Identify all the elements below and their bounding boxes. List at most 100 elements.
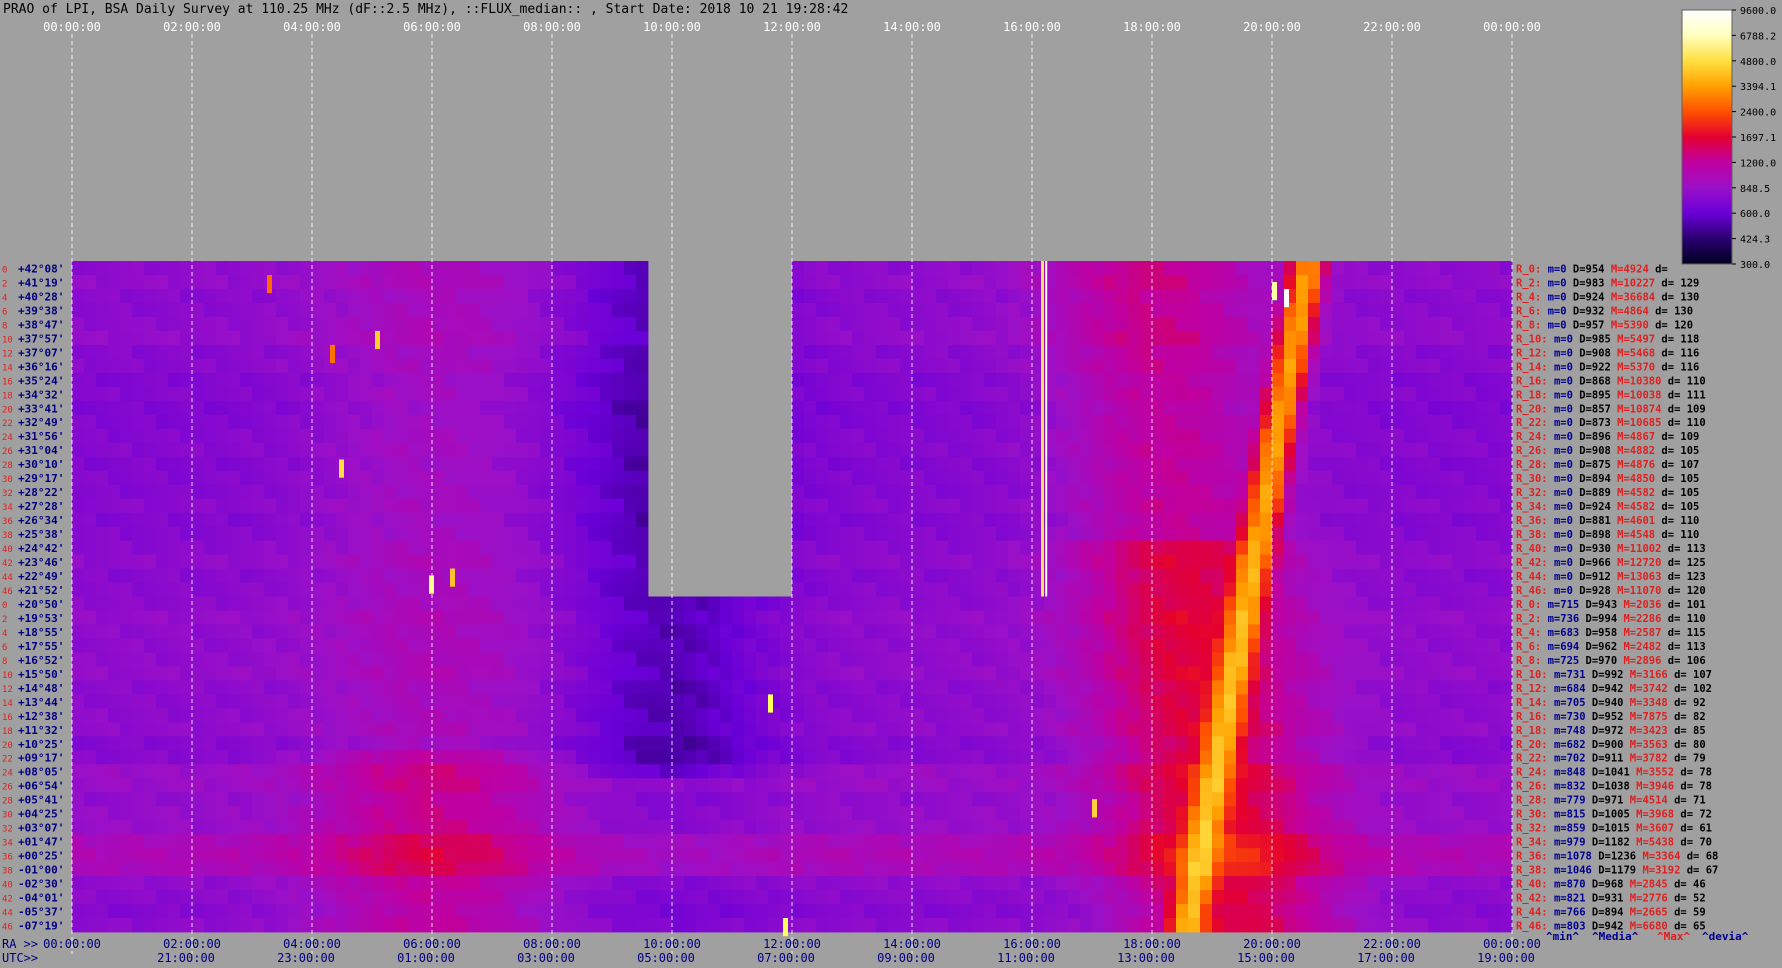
heat-cell bbox=[1152, 288, 1165, 304]
heat-cell bbox=[588, 722, 601, 737]
heat-cell bbox=[888, 456, 901, 472]
heat-cell bbox=[240, 582, 253, 597]
heat-cell bbox=[996, 358, 1009, 374]
heat-cell bbox=[948, 512, 961, 528]
heat-cell bbox=[1188, 666, 1201, 681]
heat-cell bbox=[1188, 834, 1201, 849]
heat-cell bbox=[576, 470, 589, 486]
heat-cell bbox=[1404, 358, 1417, 374]
heat-cell bbox=[984, 344, 997, 360]
heat-cell bbox=[1128, 568, 1141, 583]
heat-cell bbox=[744, 862, 757, 877]
heat-cell bbox=[264, 638, 277, 653]
heat-cell bbox=[348, 694, 361, 709]
heat-cell bbox=[132, 610, 145, 625]
heat-cell bbox=[1296, 582, 1309, 597]
heat-cell bbox=[996, 736, 1009, 751]
heat-cell bbox=[1452, 750, 1465, 765]
heat-cell bbox=[1308, 470, 1321, 486]
heat-cell bbox=[612, 610, 625, 625]
heat-cell bbox=[1008, 498, 1021, 514]
heat-cell bbox=[1128, 736, 1141, 751]
heat-cell bbox=[72, 792, 85, 807]
heat-cell bbox=[1020, 288, 1033, 304]
heat-cell bbox=[588, 750, 601, 765]
heat-cell bbox=[1056, 848, 1069, 863]
heat-cell bbox=[1464, 736, 1477, 751]
heat-cell bbox=[264, 652, 277, 667]
heat-cell bbox=[288, 610, 301, 625]
heat-cell bbox=[516, 652, 529, 667]
heat-cell bbox=[1020, 708, 1033, 723]
heat-cell bbox=[144, 764, 157, 779]
heat-cell bbox=[960, 442, 973, 458]
heat-cell bbox=[1440, 372, 1453, 388]
heat-cell bbox=[900, 638, 913, 653]
heat-cell bbox=[1344, 722, 1357, 737]
heat-cell bbox=[240, 372, 253, 388]
heat-cell bbox=[600, 764, 613, 779]
heat-cell bbox=[1152, 274, 1165, 290]
heat-cell bbox=[1320, 568, 1333, 583]
heat-cell bbox=[540, 358, 553, 374]
heat-cell bbox=[468, 680, 481, 695]
heat-cell bbox=[336, 736, 349, 751]
heat-cell bbox=[252, 666, 265, 681]
heat-cell bbox=[588, 372, 601, 388]
heat-cell bbox=[588, 498, 601, 514]
heat-cell bbox=[1164, 834, 1177, 849]
heat-cell bbox=[396, 778, 409, 793]
heat-cell bbox=[1440, 344, 1453, 360]
heat-cell bbox=[528, 834, 541, 849]
heat-cell bbox=[912, 834, 925, 849]
heat-cell bbox=[744, 736, 757, 751]
heat-cell bbox=[1380, 400, 1393, 416]
heat-cell bbox=[1008, 442, 1021, 458]
heat-cell bbox=[1308, 638, 1321, 653]
heat-cell bbox=[1500, 764, 1513, 779]
heat-cell bbox=[1476, 316, 1489, 332]
heat-cell bbox=[120, 792, 133, 807]
heat-cell bbox=[396, 652, 409, 667]
heat-cell bbox=[432, 638, 445, 653]
heat-cell bbox=[432, 610, 445, 625]
heat-cell bbox=[828, 764, 841, 779]
heat-cell bbox=[1164, 596, 1177, 611]
heat-cell bbox=[480, 722, 493, 737]
heat-cell bbox=[1464, 386, 1477, 402]
heat-cell bbox=[216, 792, 229, 807]
heat-cell bbox=[1080, 386, 1093, 402]
heat-cell bbox=[456, 414, 469, 430]
heat-cell bbox=[504, 848, 517, 863]
heat-cell bbox=[1200, 610, 1213, 625]
heat-cell bbox=[612, 792, 625, 807]
heat-cell bbox=[72, 288, 85, 304]
heat-cell bbox=[1188, 484, 1201, 500]
heat-cell bbox=[1308, 316, 1321, 332]
heat-cell bbox=[228, 568, 241, 583]
heat-cell bbox=[216, 610, 229, 625]
heat-cell bbox=[576, 554, 589, 569]
heat-cell bbox=[888, 302, 901, 318]
heat-cell bbox=[1452, 344, 1465, 360]
heat-cell bbox=[1116, 316, 1129, 332]
heat-cell bbox=[1500, 414, 1513, 430]
heat-cell bbox=[216, 484, 229, 500]
heat-cell bbox=[1056, 680, 1069, 695]
heat-cell bbox=[1356, 792, 1369, 807]
heat-cell bbox=[132, 708, 145, 723]
heat-cell bbox=[1488, 302, 1501, 318]
heat-cell bbox=[864, 568, 877, 583]
heat-cell bbox=[1380, 344, 1393, 360]
heat-cell bbox=[1296, 261, 1309, 276]
heat-cell bbox=[108, 288, 121, 304]
heat-cell bbox=[552, 302, 565, 318]
heat-cell bbox=[324, 442, 337, 458]
heat-cell bbox=[696, 638, 709, 653]
heat-cell bbox=[1332, 736, 1345, 751]
heat-cell bbox=[396, 288, 409, 304]
heat-cell bbox=[720, 624, 733, 639]
heat-cell bbox=[780, 624, 793, 639]
heat-cell bbox=[444, 512, 457, 528]
heat-cell bbox=[1344, 624, 1357, 639]
